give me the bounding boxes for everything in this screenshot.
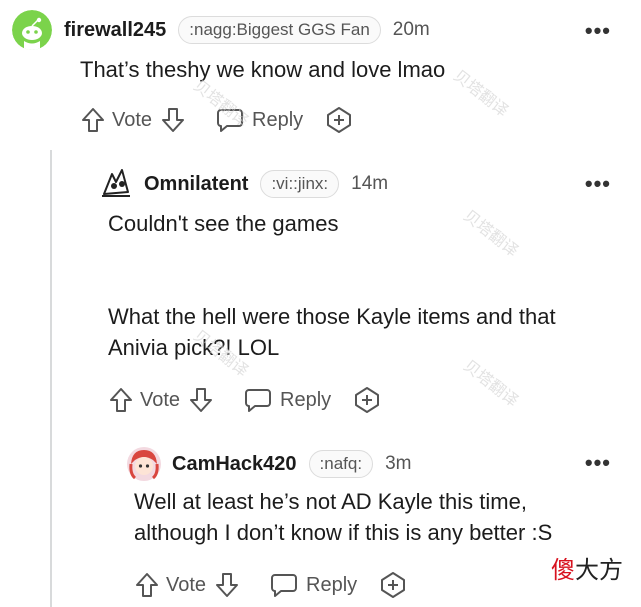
downvote-button[interactable] (160, 106, 186, 134)
watermark: 贝塔翻译 (450, 67, 511, 121)
username[interactable]: firewall245 (64, 19, 166, 42)
comment-header: Omnilatent :vi::jinx: 14m (98, 168, 388, 200)
award-button[interactable] (325, 106, 353, 134)
username[interactable]: CamHack420 (172, 453, 297, 476)
vote-label: Vote (140, 388, 181, 411)
avatar[interactable] (12, 10, 52, 50)
reply-button[interactable]: Reply (244, 387, 331, 413)
upvote-icon (110, 388, 132, 412)
avatar[interactable] (98, 166, 134, 202)
username[interactable]: Omnilatent (144, 173, 248, 196)
award-icon (355, 387, 380, 413)
user-flair: :vi::jinx: (260, 170, 340, 198)
avatar[interactable] (126, 446, 162, 482)
upvote-button[interactable] (134, 571, 160, 599)
comment-line: although I don’t know if this is any bet… (134, 520, 553, 545)
comment-line: That’s theshy we know and love lmao (80, 57, 446, 82)
award-button[interactable] (353, 386, 381, 414)
more-options-icon[interactable]: ••• (585, 450, 611, 476)
corner-mark-red: 傻 (551, 557, 575, 584)
downvote-button[interactable] (188, 386, 214, 414)
downvote-button[interactable] (214, 571, 240, 599)
more-options-icon[interactable]: ••• (585, 171, 611, 197)
more-options-icon[interactable]: ••• (585, 18, 611, 44)
thread-line-1 (50, 150, 52, 607)
reply-label: Reply (252, 108, 304, 131)
reply-label: Reply (306, 573, 358, 596)
reply-button[interactable]: Reply (270, 572, 357, 598)
user-flair: :nafq: (308, 450, 374, 478)
award-icon (327, 107, 352, 133)
comment-header: CamHack420 :nafq: 3m (126, 446, 411, 482)
comment-line: Well at least he’s not AD Kayle this tim… (134, 489, 527, 514)
comment-line: What the hell were those Kayle items and… (108, 304, 556, 329)
reply-bubble-icon (245, 389, 272, 412)
reply-label: Reply (280, 388, 332, 411)
comment-header: firewall245 :nagg:Biggest GGS Fan 20m (12, 10, 430, 50)
downvote-icon (190, 388, 213, 412)
user-flair: :nagg:Biggest GGS Fan (178, 16, 381, 44)
comment-body: That’s theshy we know and love lmao (80, 54, 445, 85)
corner-watermark: 傻大方 (551, 550, 623, 585)
vote-label: Vote (166, 573, 207, 596)
comment-actions: Vote Reply (134, 569, 407, 601)
comment-actions: Vote Reply (108, 384, 381, 416)
timestamp[interactable]: 3m (385, 453, 411, 475)
timestamp[interactable]: 20m (393, 19, 430, 41)
timestamp[interactable]: 14m (351, 173, 388, 195)
upvote-icon (82, 108, 104, 132)
downvote-icon (162, 108, 185, 132)
corner-mark-dark: 大方 (575, 557, 623, 584)
upvote-icon (136, 573, 158, 597)
upvote-button[interactable] (108, 386, 134, 414)
downvote-icon (216, 573, 239, 597)
vote-label: Vote (112, 108, 153, 131)
upvote-button[interactable] (80, 106, 106, 134)
reply-bubble-icon (271, 574, 298, 597)
award-icon (381, 572, 406, 598)
award-button[interactable] (379, 571, 407, 599)
comment-body: Well at least he’s not AD Kayle this tim… (134, 486, 552, 548)
comment-line: Anivia pick?! LOL (108, 335, 280, 360)
